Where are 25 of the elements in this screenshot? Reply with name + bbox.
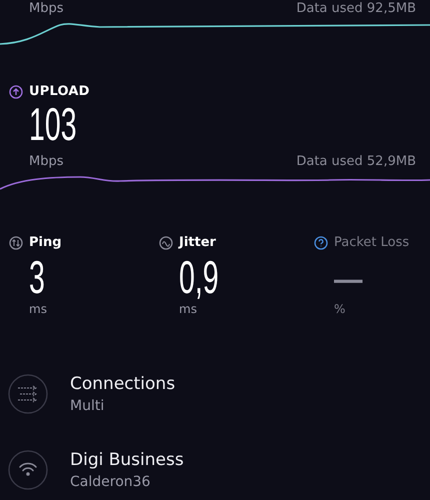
question-mark-icon xyxy=(314,236,328,250)
metric-unit: ms xyxy=(28,302,48,316)
metric-label: Ping xyxy=(29,235,62,250)
arrow-up-icon xyxy=(9,84,23,98)
upload-speed: 103 xyxy=(29,101,77,147)
wave-icon xyxy=(159,236,173,250)
data-used-label: Data used 92,5MB xyxy=(296,0,416,16)
metric-value: — xyxy=(334,254,363,300)
data-used-label: Data used 52,9MB xyxy=(296,154,416,168)
swap-arrows-icon xyxy=(9,236,23,250)
metric-value: 0,9 xyxy=(179,254,219,300)
wifi-icon xyxy=(8,450,48,490)
metric-label: Jitter xyxy=(179,235,216,250)
info-subtitle: Multi xyxy=(70,398,106,414)
info-subtitle: Calderon36 xyxy=(70,474,152,490)
connections-icon xyxy=(8,374,48,414)
info-title: Digi Business xyxy=(70,450,184,470)
metric-label: Packet Loss xyxy=(334,235,410,250)
unit-label: Mbps xyxy=(29,0,64,16)
metric-unit: ms xyxy=(178,302,198,316)
metric-unit: % xyxy=(333,302,346,316)
unit-label: Mbps xyxy=(29,154,64,168)
info-title: Connections xyxy=(70,374,176,394)
upload-heading: UPLOAD xyxy=(29,84,90,99)
metric-value: 3 xyxy=(29,254,45,300)
